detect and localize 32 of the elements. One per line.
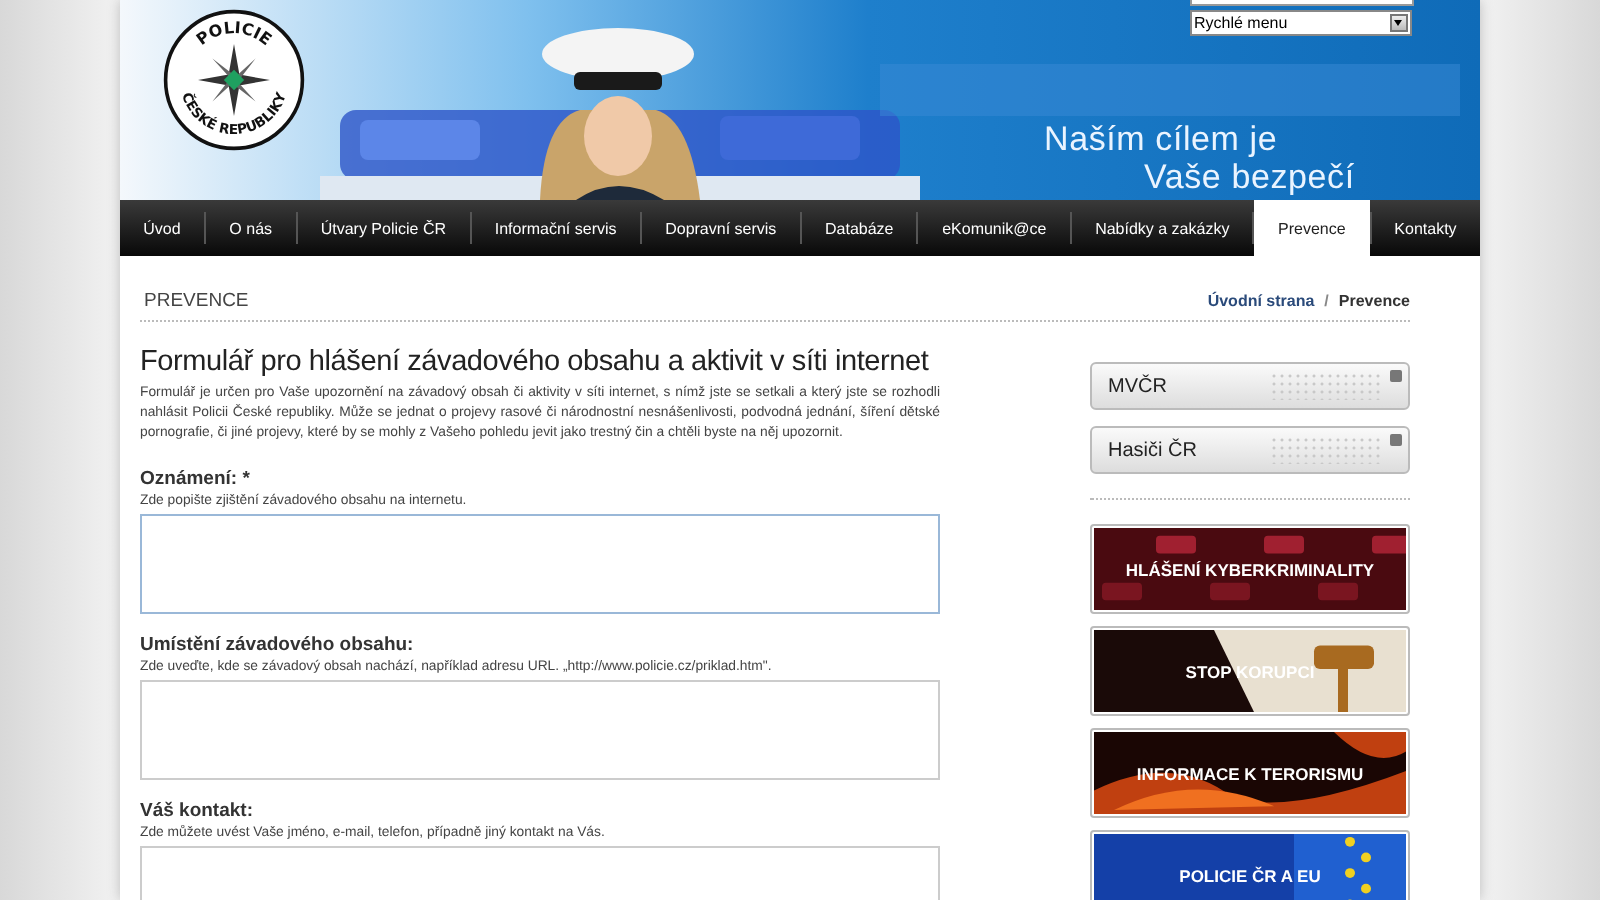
section-title: PREVENCE	[144, 289, 249, 311]
field-label: Umístění závadového obsahu:	[140, 634, 416, 656]
nav-tab[interactable]: Kontakty	[1371, 200, 1480, 256]
nav-tab[interactable]: Databáze	[801, 200, 917, 256]
sidebar-link-button[interactable]: MVČR	[1090, 362, 1410, 410]
nav-tab[interactable]: Informační servis	[471, 200, 640, 256]
nav-tab[interactable]: Úvod	[120, 200, 205, 256]
nav-tab[interactable]: O nás	[206, 200, 296, 256]
breadcrumb-current: Prevence	[1338, 291, 1410, 309]
nav-tab[interactable]: Nabídky a zakázky	[1071, 200, 1253, 256]
nav-tab[interactable]: eKomunik@ce	[918, 200, 1070, 256]
slogan-text: Vaše bezpečí	[1142, 158, 1355, 196]
banner-link[interactable]: INFORMACE K TERORISMU	[1090, 728, 1410, 818]
dot-pattern-icon	[1270, 372, 1380, 400]
nav-tab[interactable]: Dopravní servis	[641, 200, 800, 256]
slogan-text: Naším cílem je	[1044, 120, 1280, 158]
dot-pattern-icon	[1270, 436, 1380, 464]
search-field[interactable]	[1190, 0, 1414, 6]
breadcrumb-link[interactable]: Úvodní strana	[1207, 291, 1315, 309]
field-label: Váš kontakt:	[140, 800, 255, 822]
banner-link[interactable]: POLICIE ČR A EU	[1090, 830, 1410, 900]
nav-tab[interactable]: Útvary Policie ČR	[297, 200, 470, 256]
sidebar-link-button[interactable]: Hasiči ČR	[1090, 426, 1410, 474]
form-title: Formulář pro hlášení závadového obsahu a aktivit v síti internet	[140, 346, 931, 378]
nav-tab[interactable]: Prevence	[1254, 200, 1369, 256]
field-label: Oznámení: *	[140, 468, 252, 490]
banner-link[interactable]: STOP KORUPCI	[1090, 626, 1410, 716]
text-area[interactable]	[140, 680, 940, 780]
breadcrumb-separator: /	[1324, 291, 1329, 309]
banner-link[interactable]: HLÁŠENÍ KYBERKRIMINALITY	[1090, 524, 1410, 614]
text-area[interactable]	[140, 514, 940, 614]
quick-menu-dropdown[interactable]: Rychlé menu	[1190, 10, 1412, 36]
